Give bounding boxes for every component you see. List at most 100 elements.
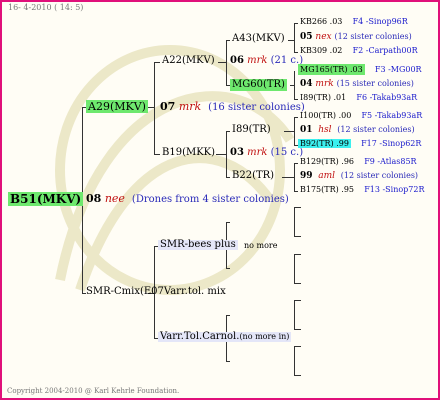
connector <box>226 177 230 178</box>
empty-bracket <box>294 207 301 237</box>
empty-bracket <box>294 300 301 330</box>
connector <box>294 52 298 53</box>
connector <box>226 131 230 132</box>
a43-gen: 05 <box>300 32 313 42</box>
root-mark: nee <box>104 192 125 205</box>
i89-generation-row: 01 hsl (12 sister colonies) <box>300 126 415 135</box>
right-entry-label: I100(TR) .00 <box>300 111 352 120</box>
connector <box>154 154 160 155</box>
a43-generation-row: 05 nex (12 sister colonies) <box>300 33 412 42</box>
a43-queen-label[interactable]: A43(MKV) <box>232 34 285 44</box>
right-entry[interactable]: I100(TR) .00 F5 -Takab93aR <box>300 112 422 120</box>
root-generation-row: 08 nee (Drones from 4 sister colonies) <box>86 193 289 205</box>
connector <box>154 62 160 63</box>
connector <box>226 40 227 85</box>
root-gen: 08 <box>86 192 102 205</box>
g1a-mark: mrk <box>247 55 268 66</box>
mg60-note: (15 sister colonies) <box>336 79 414 88</box>
g1b-mark: mrk <box>247 147 268 158</box>
i89-gen: 01 <box>300 125 313 135</box>
empty-bracket <box>294 346 301 376</box>
g1b-queen-label[interactable]: B19(MKK) <box>162 148 215 158</box>
connector <box>294 99 298 100</box>
g1b-gen: 03 <box>230 147 244 158</box>
connector <box>294 163 295 191</box>
connector <box>294 23 298 24</box>
b22-generation-row: 99 aml (12 sister colonies) <box>300 172 418 181</box>
root-queen-label[interactable]: B51(MKV) <box>8 192 84 206</box>
connector <box>282 177 294 178</box>
right-entry-label: KB309 .02 <box>300 46 343 55</box>
right-entry-link[interactable]: F3 -MG00R <box>375 65 422 74</box>
a43-note: (12 sister colonies) <box>334 32 412 41</box>
header-date: 16- 4-2010 ( 14: 5) <box>8 3 84 12</box>
right-entry-label: MG165(TR) .03 <box>298 64 365 75</box>
right-entry-label: I89(TR) .01 <box>300 93 347 102</box>
right-entry-label: KB266 .03 <box>300 17 343 26</box>
right-entry-link[interactable]: F13 -Sinop72R <box>364 185 424 194</box>
connector <box>294 117 298 118</box>
g1a-queen-label[interactable]: A22(MKV) <box>162 56 215 66</box>
connector <box>294 23 295 52</box>
mg60-mark: mrk <box>315 79 334 89</box>
varr-tol-carnol-name: Varr.Tol.Carnol. <box>160 331 240 342</box>
connector <box>218 62 226 63</box>
empty-bracket <box>294 254 301 284</box>
g1a-generation-row: 06 mrk (21 c.) <box>230 56 303 66</box>
connector <box>294 191 298 192</box>
right-entry[interactable]: B92(TR) .99 F17 -Sinop62R <box>298 139 421 148</box>
a43-mark: nex <box>315 32 332 42</box>
right-entry-link[interactable]: F5 -Takab93aR <box>361 111 422 120</box>
connector <box>226 40 230 41</box>
smr-cmix-suffix: Varr.tol. mix <box>163 286 226 297</box>
mother-queen-label[interactable]: A29(MKV) <box>86 100 148 113</box>
right-entry[interactable]: B175(TR) .95 F13 -Sinop72R <box>300 186 425 194</box>
right-entry-link[interactable]: F9 -Atlas85R <box>364 157 416 166</box>
right-entry-link[interactable]: F4 -Sinop96R <box>353 17 408 26</box>
varr-tol-carnol-note: (no more in) <box>239 332 290 341</box>
mg60-queen-label[interactable]: MG60(TR) <box>230 79 287 91</box>
right-entry-link[interactable]: F2 -Carpath00R <box>353 46 418 55</box>
b22-note: (12 sister colonies) <box>340 171 419 180</box>
right-entry-link[interactable]: F6 -Takab93aR <box>356 93 417 102</box>
right-entry[interactable]: I89(TR) .01 F6 -Takab93aR <box>300 94 417 102</box>
mother-gen: 07 <box>160 100 176 113</box>
connector <box>294 71 295 99</box>
i89-note: (12 sister colonies) <box>337 125 415 134</box>
mg60-gen: 04 <box>300 79 313 89</box>
i89-queen-label[interactable]: I89(TR) <box>232 125 271 135</box>
mother-note: (16 sister colonies) <box>208 102 305 113</box>
right-entry-label: B92(TR) .99 <box>298 139 351 148</box>
i89-mark: hsl <box>318 125 332 135</box>
connector <box>294 163 298 164</box>
right-entry[interactable]: B129(TR) .96 F9 -Atlas85R <box>300 158 417 166</box>
right-entry[interactable]: KB266 .03 F4 -Sinop96R <box>300 18 408 26</box>
smr-cmix-label[interactable]: SMR-Cmix(E07Varr.tol. mix <box>86 287 226 297</box>
right-entry-link[interactable]: F17 -Sinop62R <box>361 139 421 148</box>
connector <box>216 154 226 155</box>
g1b-note: (15 c.) <box>270 147 304 158</box>
connector <box>294 117 295 145</box>
connector <box>284 131 294 132</box>
g1b-generation-row: 03 mrk (15 c.) <box>230 148 303 158</box>
mg60-generation-row: 04 mrk (15 sister colonies) <box>300 80 414 89</box>
connector <box>226 222 230 223</box>
connector <box>226 315 230 316</box>
connector <box>154 62 155 154</box>
right-entry-label: B175(TR) .95 <box>300 185 355 194</box>
mother-generation-row: 07 mrk (16 sister colonies) <box>160 101 305 113</box>
g1a-gen: 06 <box>230 55 244 66</box>
b22-gen: 99 <box>300 171 313 181</box>
footer-copyright: Copyright 2004-2010 @ Karl Kehrle Founda… <box>7 387 180 395</box>
right-entry-label: B129(TR) .96 <box>300 157 355 166</box>
smr-cmix-name: SMR-Cmix(E07 <box>86 286 164 297</box>
b22-mark: aml <box>318 171 336 181</box>
smr-bees-plus-label[interactable]: SMR-bees plus <box>158 240 238 250</box>
varr-tol-carnol-label[interactable]: Varr.Tol.Carnol.(no more in) <box>158 331 292 342</box>
mother-mark: mrk <box>178 100 202 113</box>
b22-queen-label[interactable]: B22(TR) <box>232 171 274 181</box>
right-entry[interactable]: KB309 .02 F2 -Carpath00R <box>300 47 418 55</box>
right-entry[interactable]: MG165(TR) .03 F3 -MG00R <box>298 64 422 75</box>
smr-bees-note: no more <box>244 241 278 250</box>
connector <box>226 361 230 362</box>
